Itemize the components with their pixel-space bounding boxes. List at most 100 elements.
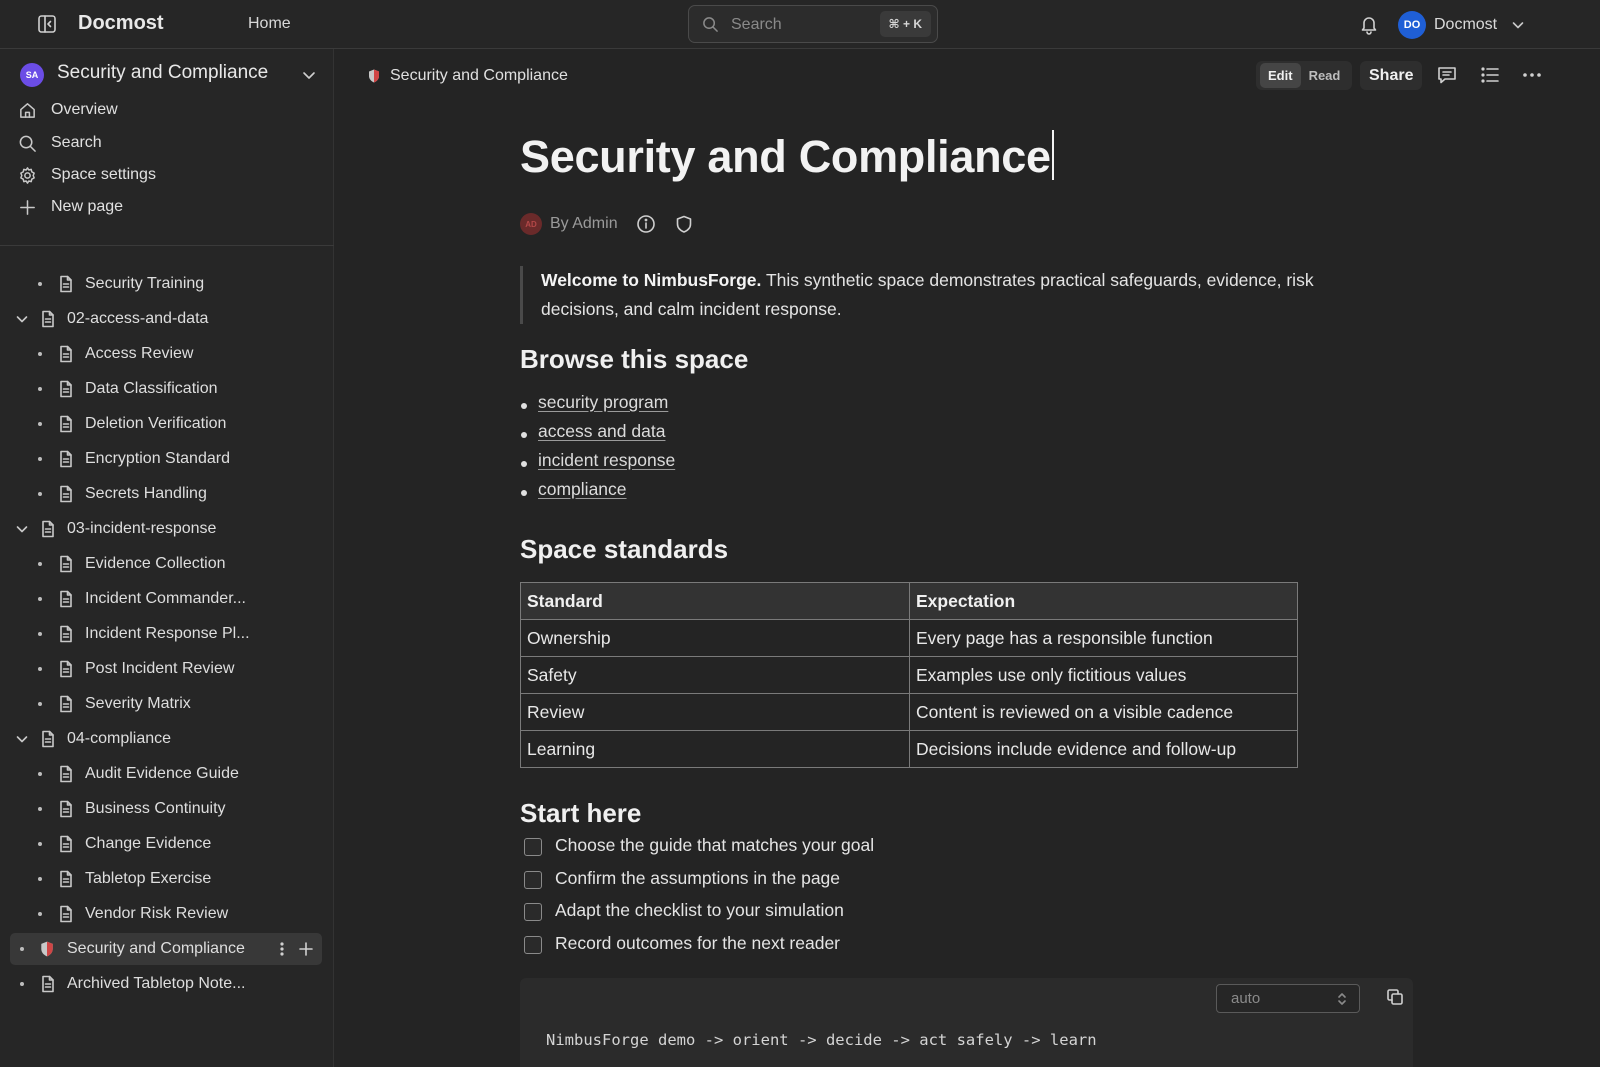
brand-logo-text[interactable]: Docmost <box>78 12 164 35</box>
comments-icon[interactable] <box>1436 64 1458 86</box>
user-menu[interactable]: DO Docmost <box>1398 11 1525 39</box>
tree-item-label: 02-access-and-data <box>67 310 209 327</box>
tree-item[interactable]: Post Incident Review <box>10 653 322 685</box>
edit-mode-button[interactable]: Edit <box>1260 63 1301 88</box>
table-cell[interactable]: Review <box>520 693 910 731</box>
tree-item-label: Access Review <box>85 345 194 362</box>
link-access-and-data[interactable]: access and data <box>538 421 665 441</box>
sidebar-item-search[interactable]: Search <box>18 130 318 158</box>
checklist-label: Record outcomes for the next reader <box>555 932 841 953</box>
sidebar-toggle-icon[interactable] <box>36 13 58 35</box>
more-vertical-icon[interactable] <box>274 941 290 957</box>
shield-icon[interactable] <box>674 214 694 234</box>
table-cell[interactable]: Learning <box>520 730 910 768</box>
tree-bullet <box>38 807 42 811</box>
link-compliance[interactable]: compliance <box>538 479 627 499</box>
space-switcher[interactable]: SA Security and Compliance <box>20 59 320 91</box>
share-button[interactable]: Share <box>1360 61 1423 90</box>
gear-icon <box>18 166 37 185</box>
bell-icon[interactable] <box>1358 13 1380 35</box>
checkbox[interactable] <box>524 870 542 889</box>
tree-item-label: Audit Evidence Guide <box>85 765 239 782</box>
table-cell[interactable]: Examples use only fictitious values <box>909 656 1298 694</box>
table-cell[interactable]: Safety <box>520 656 910 694</box>
checklist-label: Adapt the checklist to your simulation <box>555 900 844 920</box>
tree-item[interactable]: Incident Response Pl... <box>10 618 322 650</box>
sidebar-item-space-settings[interactable]: Space settings <box>18 162 318 190</box>
shield-emoji-icon <box>368 69 380 83</box>
link-security-program[interactable]: security program <box>538 392 668 412</box>
code-language-select[interactable]: auto <box>1216 984 1360 1013</box>
list-item: access and data <box>520 421 675 450</box>
add-subpage-icon[interactable] <box>298 941 314 957</box>
table-header-cell[interactable]: Expectation <box>909 582 1298 620</box>
checkbox[interactable] <box>524 903 542 921</box>
home-link[interactable]: Home <box>248 15 291 33</box>
tree-bullet <box>38 422 42 426</box>
tree-item[interactable]: Business Continuity <box>10 793 322 825</box>
sidebar-item-label: Search <box>51 134 102 151</box>
sidebar-item-new-page[interactable]: New page <box>18 194 318 222</box>
document-icon <box>58 695 74 713</box>
table-cell[interactable]: Ownership <box>520 619 910 657</box>
tree-item-label: Secrets Handling <box>85 485 207 502</box>
tree-bullet <box>38 352 42 356</box>
tree-item[interactable]: Encryption Standard <box>10 443 322 475</box>
tree-item[interactable]: Secrets Handling <box>10 478 322 510</box>
document-icon <box>58 870 74 888</box>
tree-item[interactable]: Audit Evidence Guide <box>10 758 322 790</box>
tree-item[interactable]: 02-access-and-data <box>10 303 322 335</box>
sidebar-divider <box>0 245 334 246</box>
tree-item[interactable]: Severity Matrix <box>10 688 322 720</box>
page-title[interactable]: Security and Compliance <box>520 130 1054 183</box>
info-icon[interactable] <box>636 214 656 234</box>
tree-item[interactable]: Security Training <box>10 268 322 300</box>
table-of-contents-icon[interactable] <box>1479 64 1501 86</box>
chevron-down-icon[interactable] <box>15 522 29 536</box>
table-cell[interactable]: Every page has a responsible function <box>909 619 1298 657</box>
tree-bullet <box>38 632 42 636</box>
start-heading: Start here <box>520 798 642 828</box>
tree-item[interactable]: Tabletop Exercise <box>10 863 322 895</box>
chevron-down-icon[interactable] <box>15 312 29 326</box>
checkbox[interactable] <box>524 838 542 856</box>
tree-item[interactable]: Evidence Collection <box>10 548 322 580</box>
tree-item[interactable]: Data Classification <box>10 373 322 405</box>
table-cell[interactable]: Content is reviewed on a visible cadence <box>909 693 1298 731</box>
tree-item[interactable]: 04-compliance <box>10 723 322 755</box>
standards-heading: Space standards <box>520 534 729 564</box>
tree-item[interactable]: Deletion Verification <box>10 408 322 440</box>
tree-bullet <box>38 842 42 846</box>
table-cell[interactable]: Decisions include evidence and follow-up <box>909 730 1298 768</box>
sidebar-item-label: New page <box>51 198 124 215</box>
sidebar-item-label: Space settings <box>51 166 156 183</box>
search-box[interactable]: Search ⌘ + K <box>688 5 938 43</box>
tree-item[interactable]: Access Review <box>10 338 322 370</box>
tree-item[interactable]: Incident Commander... <box>10 583 322 615</box>
link-incident-response[interactable]: incident response <box>538 450 675 470</box>
chevron-down-icon[interactable] <box>15 732 29 746</box>
copy-icon[interactable] <box>1386 988 1404 1006</box>
tree-item[interactable]: Vendor Risk Review <box>10 898 322 930</box>
read-mode-button[interactable]: Read <box>1301 63 1349 88</box>
tree-item[interactable]: Change Evidence <box>10 828 322 860</box>
tree-item-label: Incident Commander... <box>85 590 246 607</box>
intro-bold: Welcome to NimbusForge. <box>541 270 762 290</box>
tree-item[interactable]: Archived Tabletop Note... <box>10 968 322 1000</box>
code-text[interactable]: NimbusForge demo -> orient -> decide -> … <box>546 1031 1097 1049</box>
tree-item[interactable]: Security and Compliance <box>10 933 322 965</box>
sidebar-item-overview[interactable]: Overview <box>18 97 318 125</box>
checkbox[interactable] <box>524 935 542 954</box>
breadcrumb[interactable]: Security and Compliance <box>368 64 568 88</box>
tree-item-label: Post Incident Review <box>85 660 235 677</box>
select-arrows-icon <box>1337 992 1347 1006</box>
space-avatar: SA <box>20 63 44 87</box>
document-icon <box>58 590 74 608</box>
document-icon <box>58 450 74 468</box>
table-header-cell[interactable]: Standard <box>520 582 910 620</box>
more-options-icon[interactable] <box>1521 64 1543 86</box>
tree-item[interactable]: 03-incident-response <box>10 513 322 545</box>
document-icon <box>40 310 56 328</box>
document-icon <box>58 835 74 853</box>
document-icon <box>40 520 56 538</box>
